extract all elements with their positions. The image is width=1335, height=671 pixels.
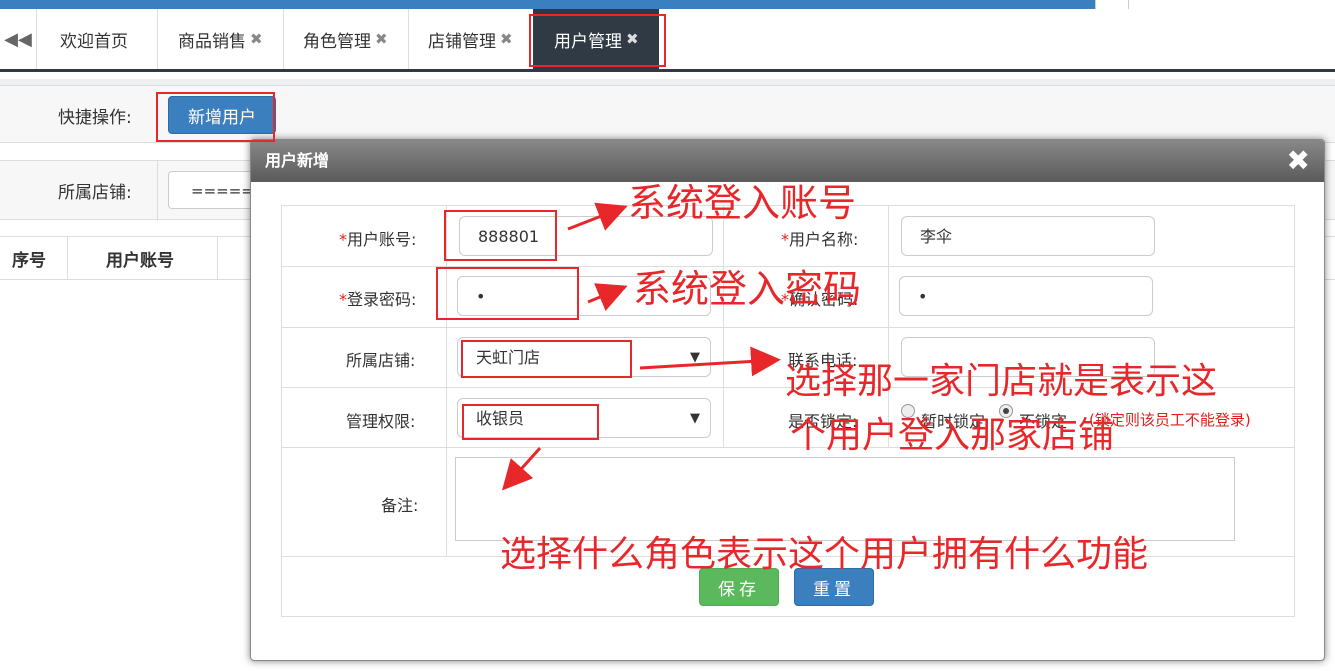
tab-home[interactable]: 欢迎首页 bbox=[60, 9, 128, 69]
name-input[interactable]: 李伞 bbox=[901, 216, 1155, 256]
annotation-store-line2: 个用户登入那家店铺 bbox=[790, 415, 1115, 456]
tab-scroll-left-icon[interactable]: ◀◀ bbox=[0, 9, 37, 69]
form-col-divider bbox=[723, 206, 724, 447]
account-label: *用户账号: bbox=[339, 226, 416, 250]
search-divider bbox=[157, 161, 158, 221]
grid-col-divider bbox=[217, 237, 218, 279]
grid-col-divider bbox=[67, 237, 68, 279]
name-label: *用户名称: bbox=[781, 226, 858, 250]
tab-stores[interactable]: 店铺管理 ✖ bbox=[428, 9, 513, 69]
grid-col-account[interactable]: 用户账号 bbox=[106, 237, 174, 279]
tab-sales-label: 商品销售 bbox=[178, 31, 246, 52]
highlight-password bbox=[436, 267, 579, 320]
remark-label: 备注: bbox=[381, 496, 419, 515]
annotation-account: 系统登入账号 bbox=[628, 181, 857, 225]
password-label: *登录密码: bbox=[339, 286, 416, 310]
tab-roles[interactable]: 角色管理 ✖ bbox=[303, 9, 388, 69]
highlight-store bbox=[461, 340, 632, 378]
highlight-add-user bbox=[156, 92, 275, 142]
close-icon[interactable]: ✖ bbox=[375, 30, 388, 48]
store-label: 所属店铺: bbox=[346, 351, 416, 370]
annotation-store-line1: 选择那一家门店就是表示这 bbox=[785, 361, 1218, 402]
highlight-users-tab bbox=[529, 14, 666, 67]
close-icon[interactable]: ✖ bbox=[1287, 146, 1310, 176]
form-row-divider bbox=[282, 327, 1294, 328]
subheader-strip bbox=[0, 79, 1335, 86]
grid-col-index[interactable]: 序号 bbox=[12, 237, 46, 279]
close-icon[interactable]: ✖ bbox=[250, 30, 263, 48]
required-mark: * bbox=[339, 290, 347, 309]
annotation-role: 选择什么角色表示这个用户拥有什么功能 bbox=[500, 534, 1149, 575]
tab-divider bbox=[408, 9, 409, 69]
chevron-down-icon: ▼ bbox=[690, 350, 700, 365]
quick-actions-label: 快捷操作: bbox=[58, 108, 132, 128]
confirm-password-input[interactable]: • bbox=[899, 276, 1153, 316]
search-store-label: 所属店铺: bbox=[58, 183, 132, 203]
close-icon[interactable]: ✖ bbox=[500, 30, 513, 48]
tab-divider bbox=[157, 9, 158, 69]
tab-divider bbox=[283, 9, 284, 69]
tab-roles-label: 角色管理 bbox=[303, 31, 371, 52]
annotation-password: 系统登入密码 bbox=[633, 267, 862, 311]
role-label: 管理权限: bbox=[346, 412, 416, 431]
tab-underline bbox=[0, 69, 1335, 72]
password-label-text: 登录密码: bbox=[347, 290, 417, 309]
form-row-divider bbox=[282, 447, 1294, 448]
highlight-account bbox=[444, 210, 557, 261]
highlight-role bbox=[462, 404, 599, 440]
tab-sales[interactable]: 商品销售 ✖ bbox=[178, 9, 263, 69]
tab-stores-label: 店铺管理 bbox=[428, 31, 496, 52]
dialog-title: 用户新增 bbox=[265, 151, 330, 170]
required-mark: * bbox=[339, 230, 347, 249]
chevron-down-icon: ▼ bbox=[690, 411, 700, 426]
required-mark: * bbox=[781, 230, 789, 249]
tab-home-label: 欢迎首页 bbox=[60, 31, 128, 52]
name-label-text: 用户名称: bbox=[789, 230, 859, 249]
account-label-text: 用户账号: bbox=[347, 230, 417, 249]
